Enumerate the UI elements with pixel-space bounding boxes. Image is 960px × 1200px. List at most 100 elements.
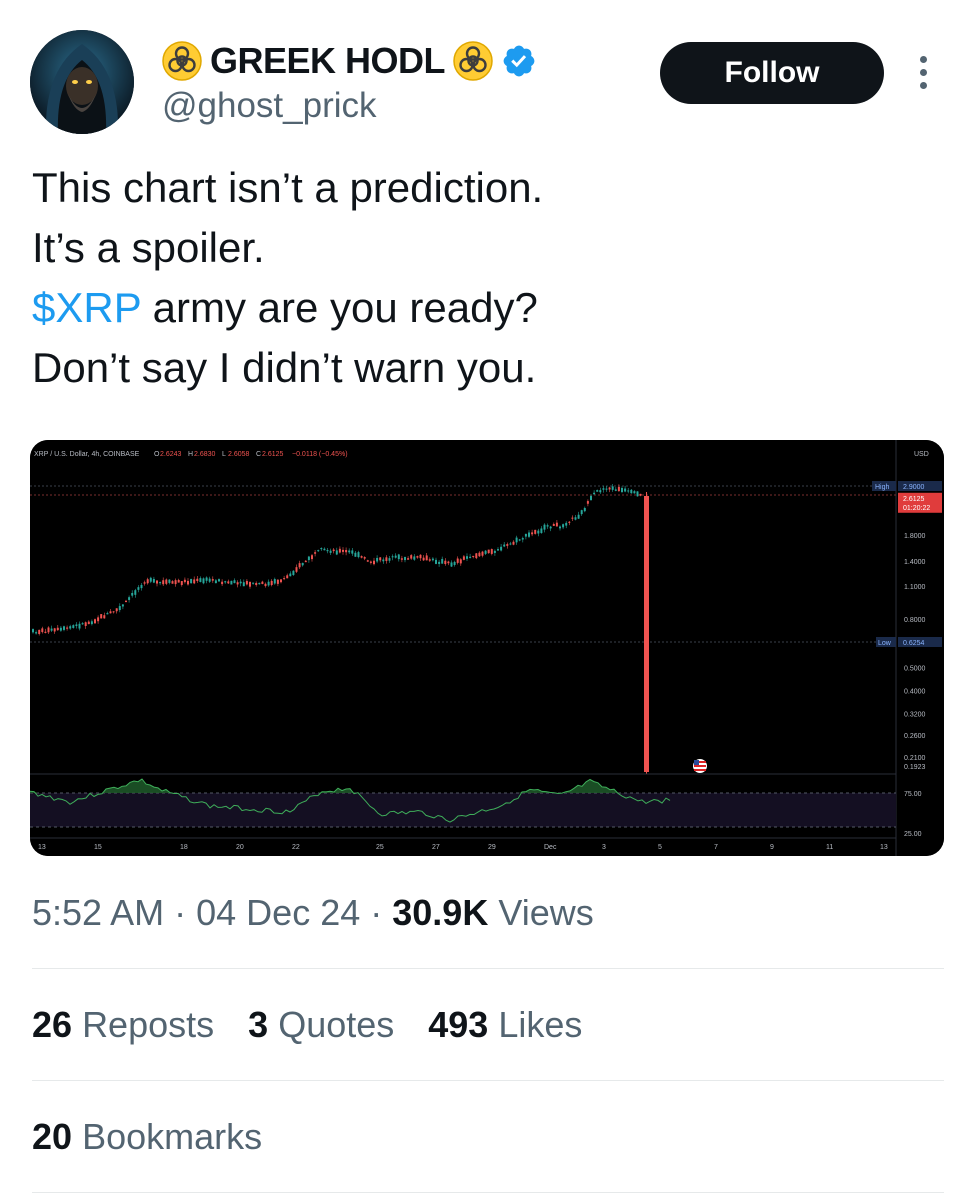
candle bbox=[112, 611, 115, 613]
candle bbox=[397, 554, 400, 560]
candle bbox=[168, 579, 171, 583]
views-count: 30.9K bbox=[392, 892, 489, 933]
x-tick-label: 5 bbox=[658, 844, 662, 851]
us-flag-event-icon bbox=[693, 759, 707, 773]
candle bbox=[431, 558, 434, 561]
bookmarks-count: 20 bbox=[32, 1116, 73, 1157]
candle bbox=[357, 552, 360, 558]
candle bbox=[121, 604, 124, 607]
candle bbox=[317, 550, 320, 552]
candle bbox=[295, 567, 298, 572]
price-level-label: 0.1923 bbox=[904, 764, 926, 771]
x-tick-label: 13 bbox=[880, 844, 888, 851]
candle bbox=[87, 621, 90, 625]
candle bbox=[521, 538, 524, 540]
price-level-label: 0.2100 bbox=[904, 755, 926, 762]
candle bbox=[292, 570, 295, 575]
biohazard-emoji-icon bbox=[453, 41, 493, 81]
candle bbox=[373, 560, 375, 565]
candle bbox=[630, 489, 633, 494]
candle bbox=[617, 486, 620, 492]
hooded-figure-avatar-image bbox=[30, 30, 134, 134]
candle bbox=[140, 584, 143, 589]
ohlc-change: −0.0118 (−0.45%) bbox=[292, 451, 348, 458]
indicator-level-label: 25.00 bbox=[904, 831, 922, 838]
price-level-label: 0.2600 bbox=[904, 733, 926, 740]
indicator-level-label: 75.00 bbox=[904, 791, 922, 798]
candle bbox=[84, 622, 87, 626]
candle bbox=[571, 517, 574, 519]
candle bbox=[531, 532, 534, 535]
tweet-date[interactable]: 04 Dec 24 bbox=[196, 892, 360, 933]
candle bbox=[484, 550, 487, 554]
candle bbox=[289, 573, 292, 577]
candle bbox=[562, 524, 565, 528]
candle bbox=[404, 556, 406, 561]
quotes-stat[interactable]: 3 Quotes bbox=[248, 1004, 394, 1046]
ohlc-value: 2.6125 bbox=[262, 451, 284, 458]
candle bbox=[428, 559, 431, 561]
candle bbox=[549, 526, 552, 529]
candle bbox=[35, 632, 38, 634]
reposts-stat[interactable]: 26 Reposts bbox=[32, 1004, 214, 1046]
candle bbox=[435, 559, 437, 564]
more-dot bbox=[919, 55, 927, 63]
candle bbox=[394, 555, 397, 558]
x-tick-label: Dec bbox=[544, 844, 557, 851]
views-label: Views bbox=[498, 892, 594, 933]
price-level-label: 1.1000 bbox=[904, 584, 926, 591]
quotes-count: 3 bbox=[248, 1004, 269, 1045]
author-name-row[interactable]: GREEK HODL bbox=[162, 38, 537, 84]
author-name[interactable]: GREEK HODL bbox=[210, 40, 446, 82]
candle bbox=[242, 582, 245, 587]
candle bbox=[605, 488, 608, 490]
price-level-label: 0.8000 bbox=[904, 617, 926, 624]
candle bbox=[413, 556, 416, 560]
likes-stat[interactable]: 493 Likes bbox=[428, 1004, 582, 1046]
candle bbox=[283, 578, 286, 580]
candle bbox=[218, 579, 220, 582]
bookmarks-label: Bookmarks bbox=[82, 1116, 263, 1157]
candle bbox=[453, 561, 456, 565]
author-avatar[interactable] bbox=[30, 30, 134, 134]
candle bbox=[503, 544, 506, 547]
meta-separator: · bbox=[174, 892, 187, 933]
candle bbox=[410, 555, 413, 559]
candle bbox=[379, 557, 382, 561]
candle bbox=[177, 579, 180, 583]
candle bbox=[580, 510, 583, 515]
engagement-stats: 26 Reposts 3 Quotes 493 Likes bbox=[32, 1004, 582, 1046]
candle bbox=[202, 578, 205, 584]
candle bbox=[180, 581, 183, 585]
candle bbox=[115, 608, 118, 612]
candle bbox=[165, 579, 168, 584]
candle bbox=[369, 561, 372, 563]
verified-badge-icon[interactable] bbox=[501, 43, 537, 79]
candle bbox=[466, 556, 468, 559]
candle bbox=[320, 548, 323, 550]
more-options-icon[interactable] bbox=[906, 52, 940, 92]
candle bbox=[211, 579, 214, 581]
candle bbox=[208, 578, 211, 582]
candle bbox=[354, 552, 357, 557]
candle bbox=[382, 559, 385, 562]
candle bbox=[69, 626, 72, 629]
candle bbox=[593, 492, 596, 495]
candle bbox=[75, 624, 78, 626]
author-handle[interactable]: @ghost_prick bbox=[162, 86, 377, 126]
cashtag-link[interactable]: $XRP bbox=[32, 284, 141, 331]
bookmarks-stat[interactable]: 20 Bookmarks bbox=[32, 1116, 262, 1158]
tweet-line: This chart isn’t a prediction. bbox=[32, 164, 544, 211]
tweet-media-chart[interactable]: XRP / U.S. Dollar, 4h, COINBASE O 2.6243 H… bbox=[30, 440, 944, 856]
x-tick-label: 22 bbox=[292, 844, 300, 851]
candle bbox=[183, 579, 186, 583]
tweet-time[interactable]: 5:52 AM bbox=[32, 892, 164, 933]
x-tick-label: 27 bbox=[432, 844, 440, 851]
candle bbox=[103, 615, 106, 619]
candle bbox=[512, 541, 515, 545]
candle bbox=[351, 550, 354, 554]
follow-button[interactable]: Follow bbox=[660, 42, 884, 104]
candle bbox=[459, 559, 462, 564]
candle bbox=[332, 549, 335, 552]
ohlc-label: H bbox=[188, 451, 193, 458]
